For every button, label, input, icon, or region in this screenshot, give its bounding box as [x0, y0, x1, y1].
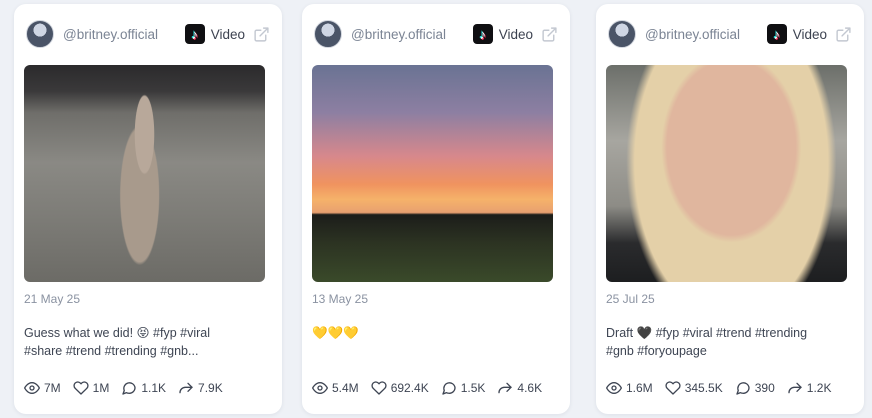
shares-stat: 1.2K [787, 380, 832, 396]
likes-stat: 1M [73, 380, 110, 396]
post-stats: 7M 1M 1.1K 7.9K [24, 379, 274, 397]
share-icon [179, 382, 193, 394]
shares-count: 7.9K [198, 381, 223, 395]
video-thumbnail[interactable] [24, 65, 265, 282]
post-caption: Draft 🖤 #fyp #viral #trend #trending #gn… [606, 324, 850, 360]
platform-badge: ♪ Video [184, 24, 270, 44]
comments-count: 1.5K [460, 381, 486, 395]
platform-badge: ♪ Video [472, 24, 558, 44]
caption-line: #gnb #foryoupage [606, 344, 707, 358]
comment-icon [442, 382, 456, 395]
tiktok-icon: ♪ [472, 24, 493, 44]
external-link-icon[interactable] [541, 26, 558, 43]
external-link-icon[interactable] [253, 26, 270, 43]
post-header: @britney.official ♪ Video [26, 18, 270, 50]
comments-stat: 1.5K [441, 380, 486, 396]
external-link-icon[interactable] [835, 26, 852, 43]
account-handle[interactable]: @britney.official [351, 27, 446, 42]
post-date: 21 May 25 [24, 292, 81, 306]
post-card[interactable]: @britney.official ♪ Video 13 May 25 💛💛💛 … [302, 4, 570, 414]
avatar[interactable] [26, 20, 54, 48]
comments-stat: 390 [735, 380, 775, 396]
post-caption: 💛💛💛 [312, 324, 556, 342]
likes-count: 345.5K [684, 381, 723, 395]
comment-icon [122, 382, 137, 395]
post-stats: 1.6M 345.5K 390 1.2K [606, 379, 856, 397]
post-caption: Guess what we did! 😝 #fyp #viral #share … [24, 324, 268, 360]
likes-stat: 692.4K [371, 380, 429, 396]
account-handle[interactable]: @britney.official [645, 27, 740, 42]
comments-count: 390 [754, 381, 775, 395]
views-count: 7M [44, 381, 61, 395]
post-card[interactable]: @britney.official ♪ Video 25 Jul 25 Draf… [596, 4, 864, 414]
likes-stat: 345.5K [665, 380, 723, 396]
post-date: 13 May 25 [312, 292, 369, 306]
eye-icon [606, 382, 622, 394]
avatar[interactable] [314, 20, 342, 48]
video-thumbnail[interactable] [312, 65, 553, 282]
shares-count: 4.6K [517, 381, 543, 395]
share-icon [498, 382, 513, 394]
post-stats: 5.4M 692.4K 1.5K 4.6K [312, 379, 562, 397]
shares-stat: 7.9K [178, 380, 223, 396]
share-icon [788, 382, 802, 394]
post-date: 25 Jul 25 [606, 292, 655, 306]
heart-icon [371, 381, 387, 395]
comments-stat: 1.1K [121, 380, 166, 396]
eye-icon [312, 382, 328, 394]
post-card[interactable]: @britney.official ♪ Video 21 May 25 Gues… [14, 4, 282, 414]
post-header: @britney.official ♪ Video [608, 18, 852, 50]
platform-label: Video [210, 26, 245, 42]
platform-label: Video [498, 26, 533, 42]
account-handle[interactable]: @britney.official [63, 27, 158, 42]
video-thumbnail[interactable] [606, 65, 847, 282]
comments-count: 1.1K [141, 381, 167, 395]
tiktok-icon: ♪ [184, 24, 205, 44]
caption-line: Guess what we did! 😝 #fyp #viral [24, 326, 211, 340]
caption-line: 💛💛💛 [312, 326, 359, 340]
eye-icon [24, 382, 40, 394]
heart-icon [73, 381, 89, 395]
platform-badge: ♪ Video [766, 24, 852, 44]
post-header: @britney.official ♪ Video [314, 18, 558, 50]
shares-stat: 4.6K [497, 380, 542, 396]
views-count: 5.4M [332, 381, 359, 395]
comment-icon [736, 382, 750, 395]
caption-line: Draft 🖤 #fyp #viral #trend #trending [606, 326, 808, 340]
tiktok-icon: ♪ [766, 24, 787, 44]
avatar[interactable] [608, 20, 636, 48]
views-stat: 7M [24, 380, 61, 396]
shares-count: 1.2K [806, 381, 832, 395]
views-stat: 1.6M [606, 380, 653, 396]
likes-count: 1M [92, 381, 110, 395]
platform-label: Video [792, 26, 827, 42]
views-stat: 5.4M [312, 380, 359, 396]
heart-icon [665, 381, 681, 395]
views-count: 1.6M [626, 381, 653, 395]
caption-line: #share #trend #trending #gnb... [24, 344, 199, 358]
likes-count: 692.4K [390, 381, 429, 395]
